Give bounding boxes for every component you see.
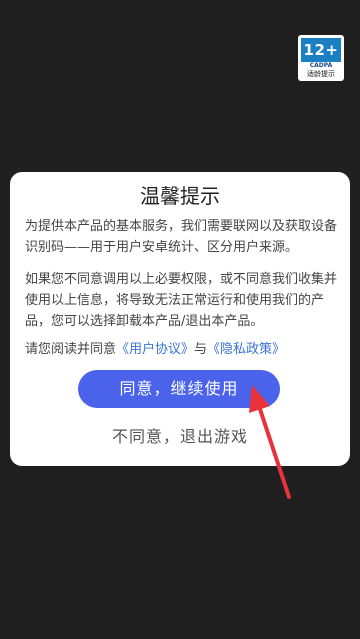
consent-line: 请您阅读并同意《用户协议》与《隐私政策》	[25, 340, 345, 360]
agree-continue-button[interactable]: 同意，继续使用	[78, 370, 280, 408]
disagree-exit-button[interactable]: 不同意，退出游戏	[80, 422, 280, 452]
dialog-title: 温馨提示	[140, 184, 220, 208]
consent-and: 与	[194, 342, 208, 357]
age-rating-org: CADPA	[309, 62, 333, 69]
privacy-dialog: 温馨提示 为提供本产品的基本服务，我们需要联网以及获取设备识别码——用于用户安卓…	[10, 172, 350, 466]
user-agreement-link[interactable]: 《用户协议》	[116, 342, 194, 357]
consent-prefix: 请您阅读并同意	[25, 342, 117, 357]
privacy-policy-link[interactable]: 《隐私政策》	[207, 342, 285, 357]
age-rating-tip: 适龄提示	[307, 70, 335, 78]
age-rating-badge: 12+ CADPA 适龄提示	[298, 35, 344, 81]
dialog-paragraph-service: 为提供本产品的基本服务，我们需要联网以及获取设备识别码——用于用户安卓统计、区分…	[25, 219, 338, 255]
age-rating-label: 12+	[301, 38, 341, 62]
dialog-paragraph-permissions: 如果您不同意调用以上必要权限，或不同意我们收集并使用以上信息，将导致无法正常运行…	[25, 272, 338, 329]
